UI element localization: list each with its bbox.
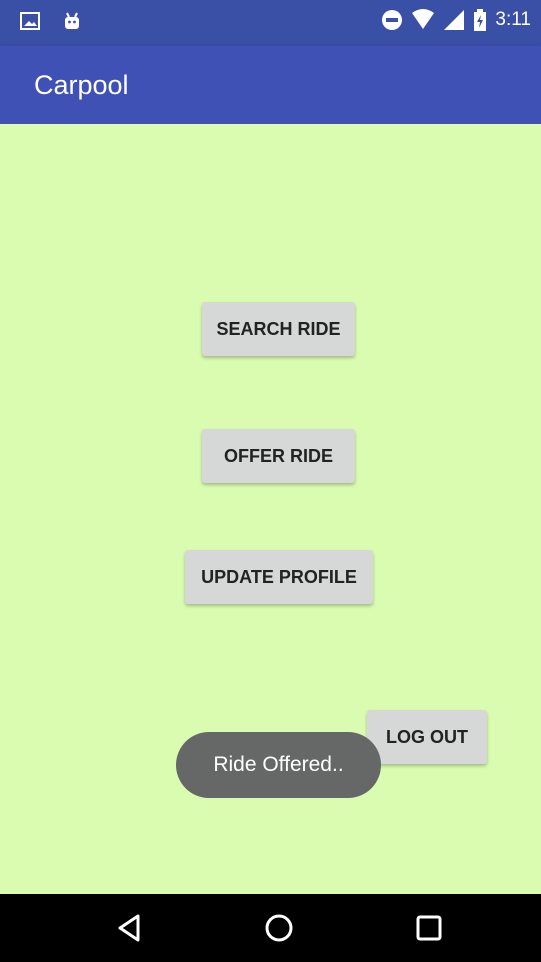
navigation-bar (0, 894, 541, 962)
back-icon[interactable] (112, 911, 146, 945)
android-icon (65, 12, 79, 29)
toast-message: Ride Offered.. (176, 732, 381, 798)
battery-icon (474, 9, 487, 31)
offer-ride-button[interactable]: OFFER RIDE (202, 429, 355, 483)
recents-icon[interactable] (412, 911, 446, 945)
home-icon[interactable] (262, 911, 296, 945)
app-bar: Carpool (0, 46, 541, 124)
search-ride-button[interactable]: SEARCH RIDE (202, 302, 355, 356)
signal-icon (444, 10, 465, 30)
log-out-button[interactable]: LOG OUT (367, 710, 487, 764)
status-right-icons: 3:11 (381, 9, 531, 31)
status-left-icons (20, 11, 82, 31)
wifi-icon (412, 9, 435, 29)
status-time: 3:11 (495, 9, 531, 30)
do-not-disturb-icon (382, 10, 403, 30)
app-title: Carpool (34, 70, 129, 100)
image-icon (20, 12, 40, 30)
update-profile-button[interactable]: UPDATE PROFILE (185, 550, 373, 604)
status-bar: 3:11 (0, 0, 541, 46)
